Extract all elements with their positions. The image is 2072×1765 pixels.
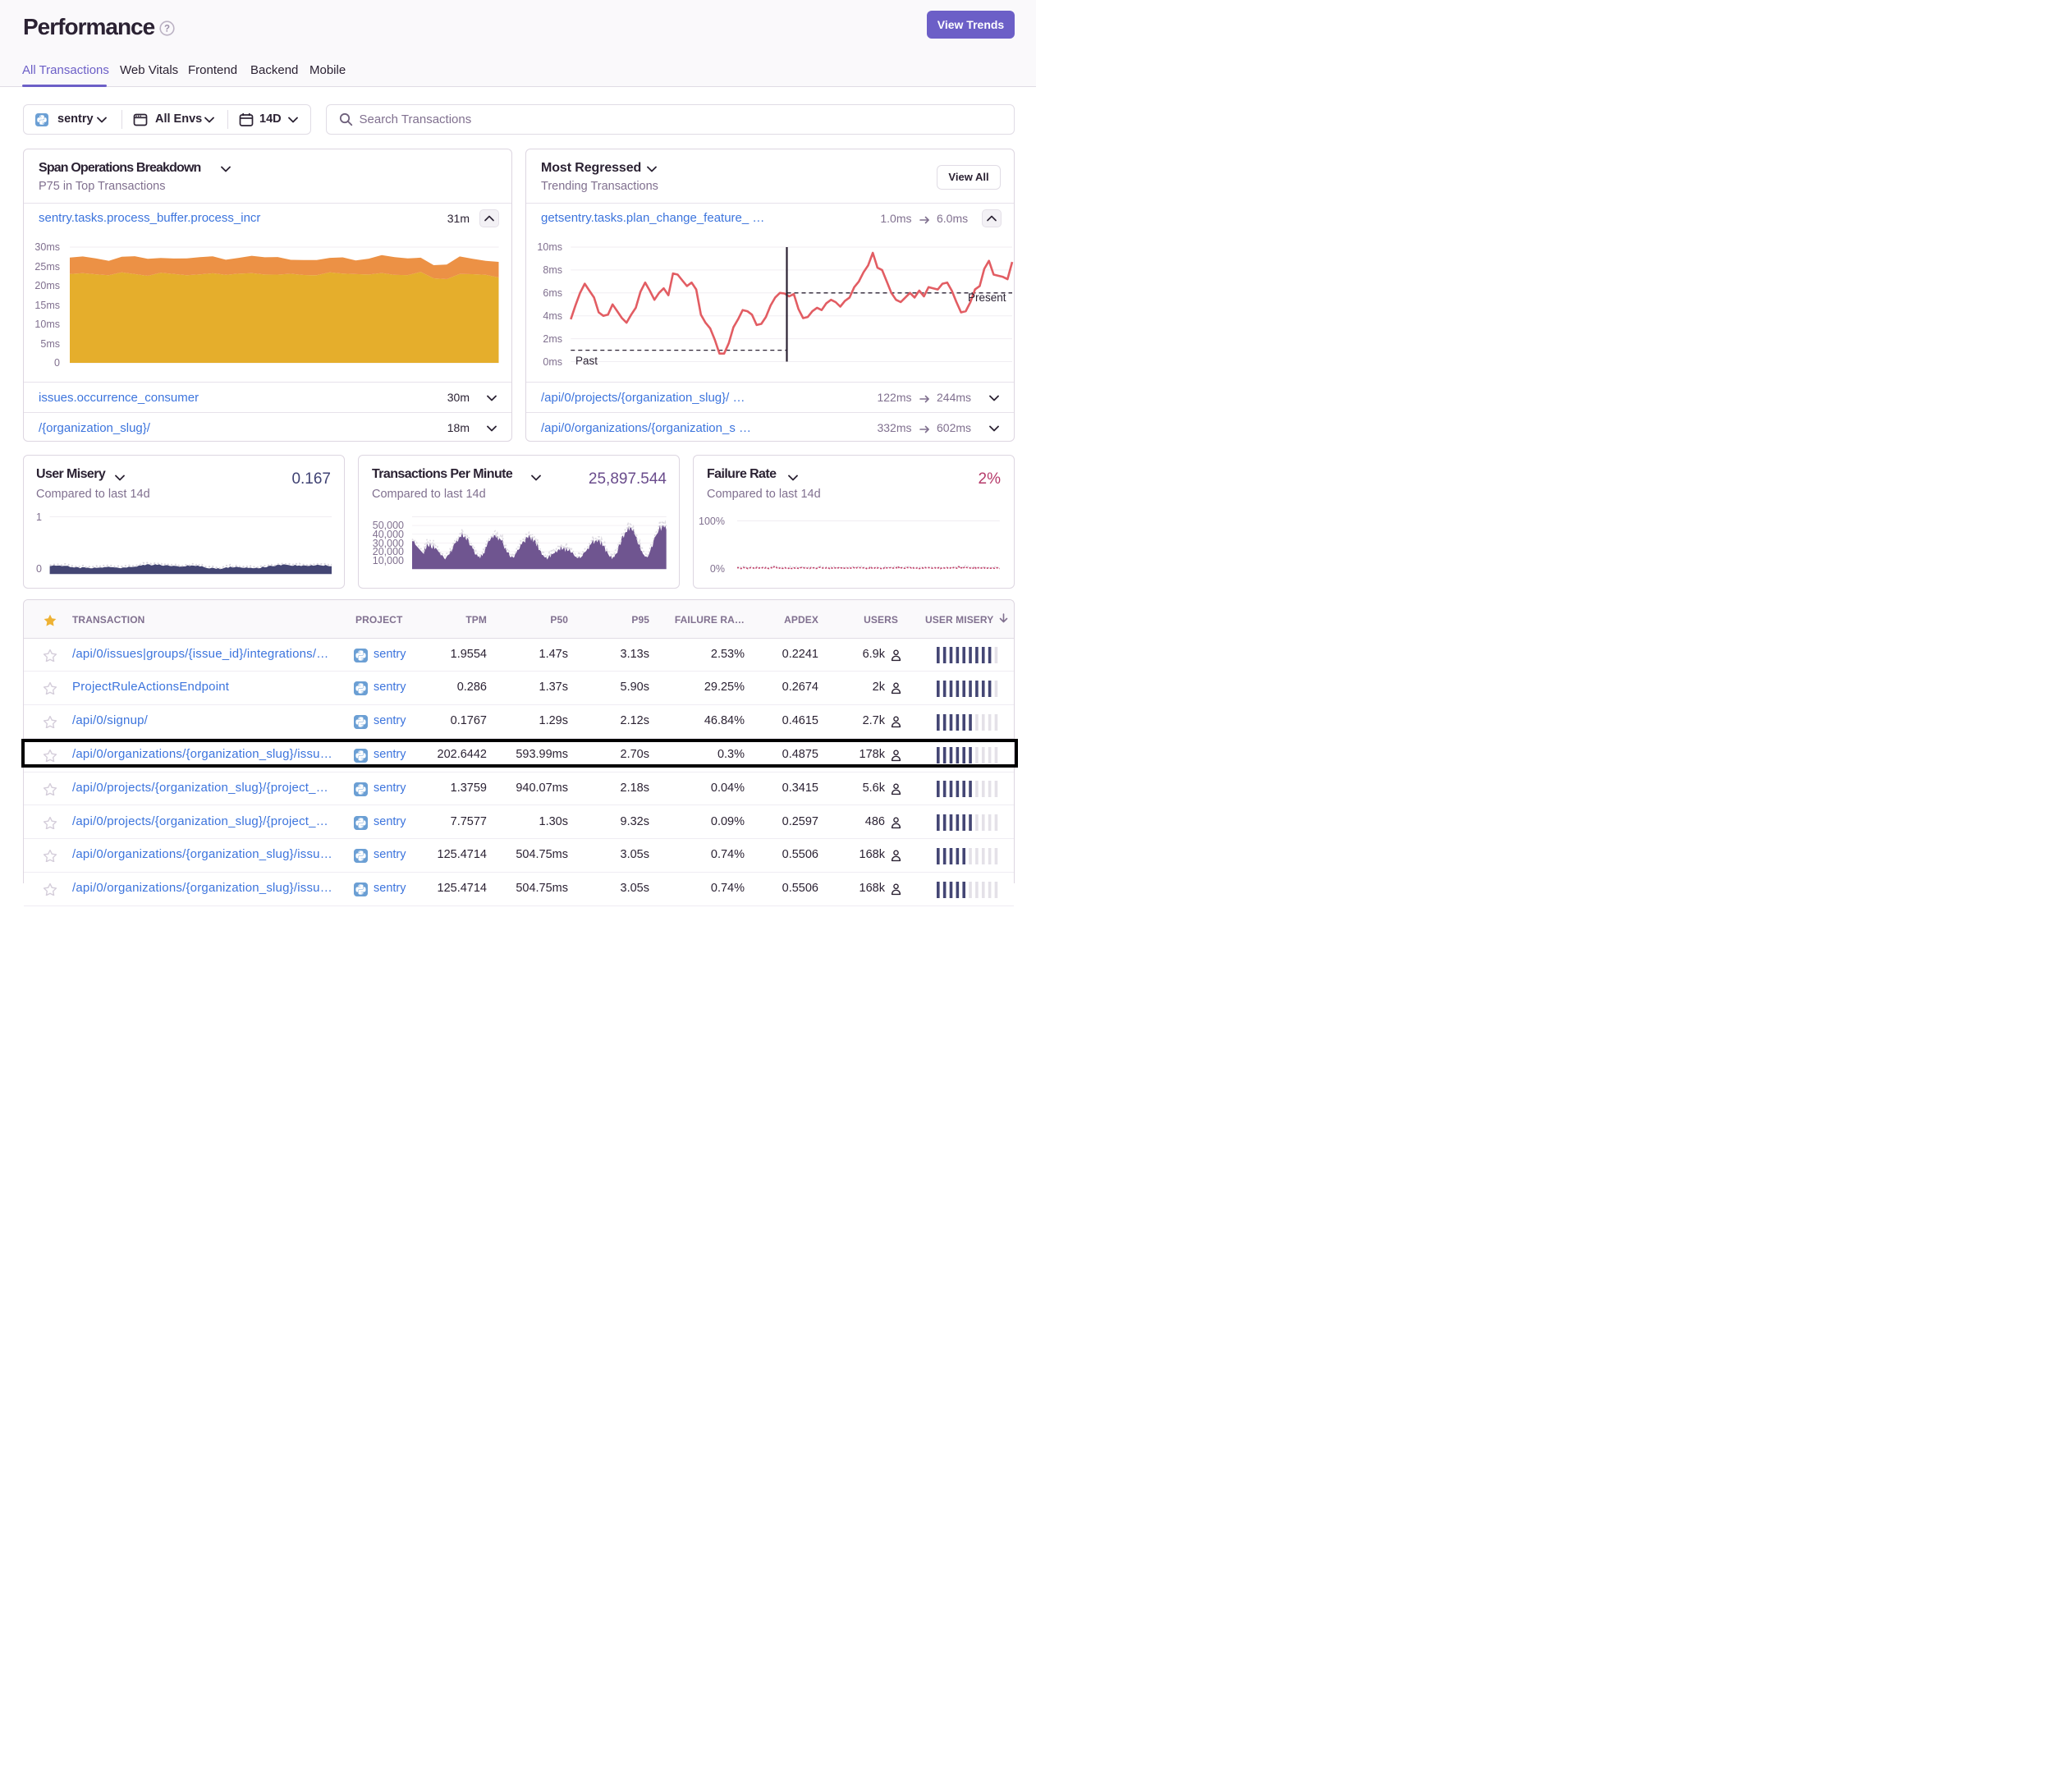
svg-text:?: ? xyxy=(164,25,170,34)
